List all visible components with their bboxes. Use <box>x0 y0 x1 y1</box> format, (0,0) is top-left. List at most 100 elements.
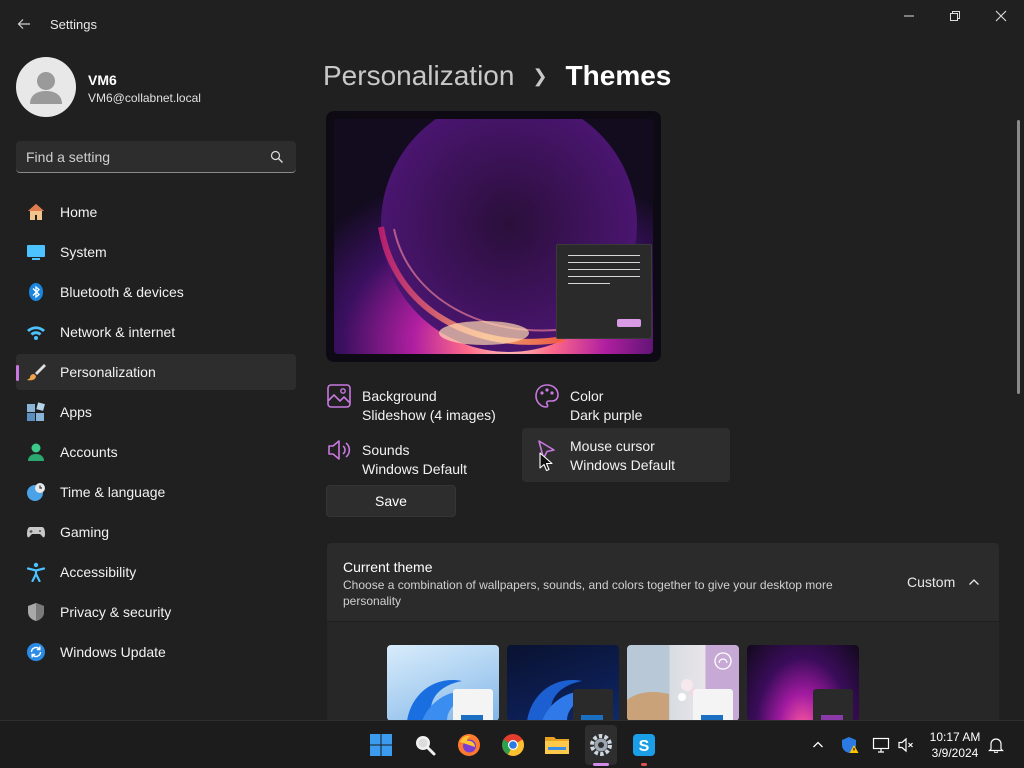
skype-running-indicator <box>641 763 647 766</box>
minimize-button[interactable] <box>886 0 932 32</box>
thumb-window <box>693 689 733 720</box>
breadcrumb-chevron-icon: ❯ <box>532 65 548 86</box>
scrollbar[interactable] <box>1017 120 1020 394</box>
search-input[interactable] <box>26 141 266 172</box>
speaker-icon <box>328 440 351 460</box>
taskbar-clock[interactable]: 10:17 AM 3/9/2024 <box>920 729 990 761</box>
settings-running-indicator <box>593 763 609 766</box>
sidebar-item-privacy-security[interactable]: Privacy & security <box>16 594 296 630</box>
tray-security[interactable] <box>840 735 860 755</box>
person-icon <box>28 443 44 461</box>
taskbar-firefox[interactable] <box>455 731 483 759</box>
taskbar-chrome[interactable] <box>499 731 527 759</box>
chevron-up-icon[interactable] <box>968 576 980 588</box>
user-silhouette-icon <box>30 72 62 104</box>
restore-icon <box>950 11 960 21</box>
sidebar-item-label: Accessibility <box>60 564 137 580</box>
color-value: Dark purple <box>570 407 643 423</box>
color-tile[interactable]: Color Dark purple <box>534 380 742 434</box>
search-icon[interactable] <box>270 150 284 164</box>
volume-muted-icon <box>898 737 913 753</box>
mouse-cursor-tile[interactable]: Mouse cursor Windows Default <box>522 428 730 482</box>
sidebar-item-accounts[interactable]: Accounts <box>16 434 296 470</box>
save-button[interactable]: Save <box>326 485 456 517</box>
network-icon <box>872 737 890 753</box>
skype-icon: S <box>633 734 655 756</box>
bluetooth-icon <box>29 283 43 301</box>
sidebar-item-system[interactable]: System <box>16 234 296 270</box>
preview-window-mockup <box>556 244 652 339</box>
close-button[interactable] <box>978 0 1024 32</box>
sidebar-item-apps[interactable]: Apps <box>16 394 296 430</box>
back-button[interactable] <box>12 12 36 36</box>
taskbar-file-explorer[interactable] <box>543 731 571 759</box>
thumb-window <box>453 689 493 720</box>
current-theme-title: Current theme <box>343 559 433 575</box>
background-tile[interactable]: Background Slideshow (4 images) <box>326 380 534 434</box>
thumb-window <box>573 689 613 720</box>
app-title: Settings <box>50 17 97 32</box>
sidebar-item-time-language[interactable]: Time & language <box>16 474 296 510</box>
profile-name: VM6 <box>88 72 117 88</box>
mouse-pointer-icon <box>539 452 553 472</box>
sidebar-item-label: Gaming <box>60 524 110 540</box>
sidebar-item-label: Home <box>60 204 98 220</box>
sidebar-item-personalization[interactable]: Personalization <box>16 354 296 390</box>
sounds-tile[interactable]: Sounds Windows Default <box>326 434 534 488</box>
sidebar-item-label: Privacy & security <box>60 604 172 620</box>
close-icon <box>995 10 1007 22</box>
themes-gallery <box>327 622 999 720</box>
title-bar: Settings <box>0 0 1024 48</box>
sidebar-item-windows-update[interactable]: Windows Update <box>16 634 296 670</box>
notifications-button[interactable] <box>986 735 1006 755</box>
taskbar-search-button[interactable] <box>411 731 439 759</box>
tray-volume[interactable] <box>896 735 916 755</box>
palette-icon <box>535 384 559 408</box>
sidebar-item-accessibility[interactable]: Accessibility <box>16 554 296 590</box>
clock-time: 10:17 AM <box>929 730 981 744</box>
taskbar-skype[interactable]: S <box>630 731 658 759</box>
current-theme-header[interactable]: Current theme Choose a combination of wa… <box>327 543 999 621</box>
update-icon <box>27 643 45 661</box>
avatar[interactable] <box>16 57 76 117</box>
clock-date: 3/9/2024 <box>931 746 979 760</box>
tray-network[interactable] <box>871 735 891 755</box>
security-warning-icon <box>842 737 859 753</box>
sidebar-item-home[interactable]: Home <box>16 194 296 230</box>
firefox-icon <box>458 734 480 756</box>
sidebar-item-label: Accounts <box>60 444 118 460</box>
restore-button[interactable] <box>932 0 978 32</box>
minimize-icon <box>904 15 914 17</box>
start-button[interactable] <box>367 731 395 759</box>
sidebar-item-label: Time & language <box>60 484 166 500</box>
theme-glow-slideshow[interactable] <box>627 645 739 720</box>
svg-text:S: S <box>639 738 650 755</box>
sidebar-item-gaming[interactable]: Gaming <box>16 514 296 550</box>
wifi-icon <box>27 326 45 340</box>
show-hidden-icons-button[interactable] <box>808 735 828 755</box>
sidebar-nav: Home System Bluetooth & devices Network … <box>16 194 296 674</box>
gamepad-icon <box>27 527 45 538</box>
taskbar-settings[interactable] <box>587 731 615 759</box>
sidebar-item-label: Network & internet <box>60 324 176 340</box>
theme-preview <box>326 111 661 362</box>
system-icon <box>27 245 45 260</box>
breadcrumb-parent[interactable]: Personalization <box>323 60 514 92</box>
theme-windows-light[interactable] <box>387 645 499 720</box>
sidebar-item-label: Personalization <box>60 364 156 380</box>
sounds-value: Windows Default <box>362 461 468 477</box>
sidebar-item-bluetooth[interactable]: Bluetooth & devices <box>16 274 296 310</box>
theme-custom-bloom[interactable] <box>747 645 859 720</box>
apps-icon <box>27 402 45 421</box>
home-icon <box>28 204 44 220</box>
chevron-up-icon <box>813 741 823 748</box>
chrome-icon <box>502 734 524 756</box>
taskbar: S 10:17 AM 3/9/2024 <box>0 720 1024 768</box>
settings-icon <box>590 734 612 756</box>
accessibility-icon <box>26 562 46 582</box>
theme-windows-dark[interactable] <box>507 645 619 720</box>
sidebar-item-network[interactable]: Network & internet <box>16 314 296 350</box>
thumb-window <box>813 689 853 720</box>
search-box[interactable] <box>16 141 296 173</box>
page-title: Themes <box>565 60 672 91</box>
